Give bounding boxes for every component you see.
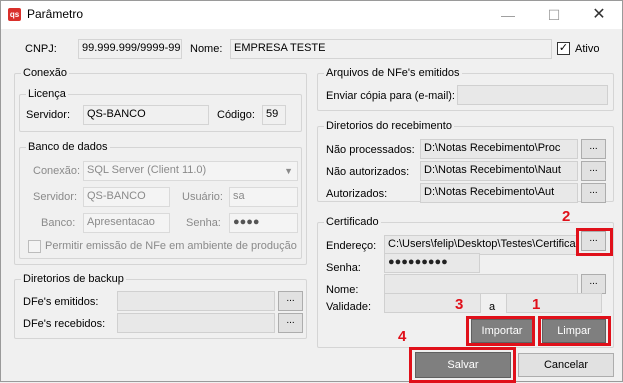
- minimize-button[interactable]: —: [485, 1, 531, 29]
- cert-nome-label: Nome:: [326, 284, 359, 296]
- annotation-number-2: 2: [562, 208, 571, 225]
- licenca-title: Licença: [26, 88, 68, 100]
- recebimento-title: Diretorios do recebimento: [324, 120, 454, 132]
- autorizados-field[interactable]: D:\Notas Recebimento\Aut: [420, 183, 578, 203]
- title-bar: qs Parâmetro — ☐ ✕: [1, 1, 622, 29]
- email-field[interactable]: [457, 85, 608, 105]
- email-label: Enviar cópia para (e-mail):: [326, 90, 455, 102]
- annotation-box-1: [538, 316, 611, 346]
- emitidos-label: DFe's emitidos:: [23, 296, 99, 308]
- cert-senha-field[interactable]: ●●●●●●●●●: [384, 253, 480, 273]
- annotation-box-4: [409, 347, 516, 383]
- banco-senha-label: Senha:: [186, 217, 221, 229]
- close-button[interactable]: ✕: [576, 1, 622, 29]
- parametro-window: qs Parâmetro — ☐ ✕ CNPJ: 99.999.999/9999…: [0, 0, 623, 383]
- licenca-servidor-label: Servidor:: [26, 109, 71, 121]
- processados-label: Não processados:: [326, 144, 415, 156]
- annotation-number-3: 3: [455, 296, 464, 313]
- validade-a-label: a: [489, 301, 496, 313]
- validade-label: Validade:: [326, 301, 372, 313]
- validade-fim-field[interactable]: [506, 293, 602, 313]
- nao-autorizados-field[interactable]: D:\Notas Recebimento\Naut: [420, 161, 578, 181]
- nao-autorizados-browse-button[interactable]: ...: [581, 161, 606, 181]
- autorizados-browse-button[interactable]: ...: [581, 183, 606, 203]
- maximize-button[interactable]: ☐: [531, 1, 577, 29]
- cert-nome-browse-button[interactable]: ...: [581, 274, 606, 294]
- validade-inicio-field[interactable]: [384, 293, 481, 313]
- autorizados-label: Autorizados:: [326, 188, 388, 200]
- nome-field: EMPRESA TESTE: [230, 39, 552, 59]
- licenca-servidor-field: QS-BANCO: [83, 105, 209, 125]
- producao-label: Permitir emissão de NFe em ambiente de p…: [45, 240, 297, 252]
- cnpj-field: 99.999.999/9999-99: [78, 39, 182, 59]
- recebidos-field[interactable]: [117, 313, 275, 333]
- annotation-number-1: 1: [532, 296, 541, 313]
- ativo-label: Ativo: [575, 43, 600, 55]
- emitidos-browse-button[interactable]: ...: [278, 291, 303, 311]
- annotation-number-4: 4: [398, 328, 407, 345]
- nome-label: Nome:: [190, 43, 223, 55]
- certificado-title: Certificado: [324, 216, 381, 228]
- banco-servidor-label: Servidor:: [33, 191, 78, 203]
- conexao-label: Conexão:: [33, 165, 81, 177]
- ativo-checkbox[interactable]: ✓: [557, 42, 570, 55]
- conexao-select-value: SQL Server (Client 11.0): [87, 164, 207, 176]
- processados-field[interactable]: D:\Notas Recebimento\Proc: [420, 139, 578, 159]
- usuario-field[interactable]: sa: [229, 187, 298, 207]
- cancelar-button[interactable]: Cancelar: [518, 353, 614, 377]
- processados-browse-button[interactable]: ...: [581, 139, 606, 159]
- nao-autorizados-label: Não autorizados:: [326, 166, 410, 178]
- cnpj-label: CNPJ:: [25, 43, 57, 55]
- chevron-down-icon: ▼: [284, 166, 293, 176]
- producao-checkbox[interactable]: [28, 240, 41, 253]
- banco-senha-field[interactable]: ●●●●: [229, 213, 298, 233]
- banco-label: Banco:: [41, 217, 76, 229]
- endereco-field[interactable]: C:\Users\felip\Desktop\Testes\Certificad…: [384, 235, 578, 255]
- emitidos-field[interactable]: [117, 291, 275, 311]
- conexao-title: Conexão: [21, 67, 70, 79]
- banco-servidor-field[interactable]: QS-BANCO: [83, 187, 170, 207]
- banco-title: Banco de dados: [26, 141, 110, 153]
- arquivos-title: Arquivos de NFe's emitidos: [324, 67, 462, 79]
- codigo-label: Código:: [217, 109, 255, 121]
- banco-field[interactable]: Apresentacao: [83, 213, 170, 233]
- recebidos-browse-button[interactable]: ...: [278, 313, 303, 333]
- usuario-label: Usuário:: [182, 191, 223, 203]
- annotation-box-2: [576, 228, 613, 256]
- backup-title: Diretorios de backup: [21, 273, 126, 285]
- codigo-field: 59: [262, 105, 286, 125]
- app-icon: qs: [8, 8, 21, 21]
- annotation-box-3: [466, 316, 535, 346]
- cert-senha-label: Senha:: [326, 262, 361, 274]
- endereco-label: Endereço:: [326, 240, 377, 252]
- recebidos-label: DFe's recebidos:: [23, 318, 106, 330]
- window-title: Parâmetro: [27, 7, 84, 21]
- conexao-select[interactable]: SQL Server (Client 11.0) ▼: [83, 161, 298, 181]
- cert-nome-field[interactable]: [384, 274, 578, 294]
